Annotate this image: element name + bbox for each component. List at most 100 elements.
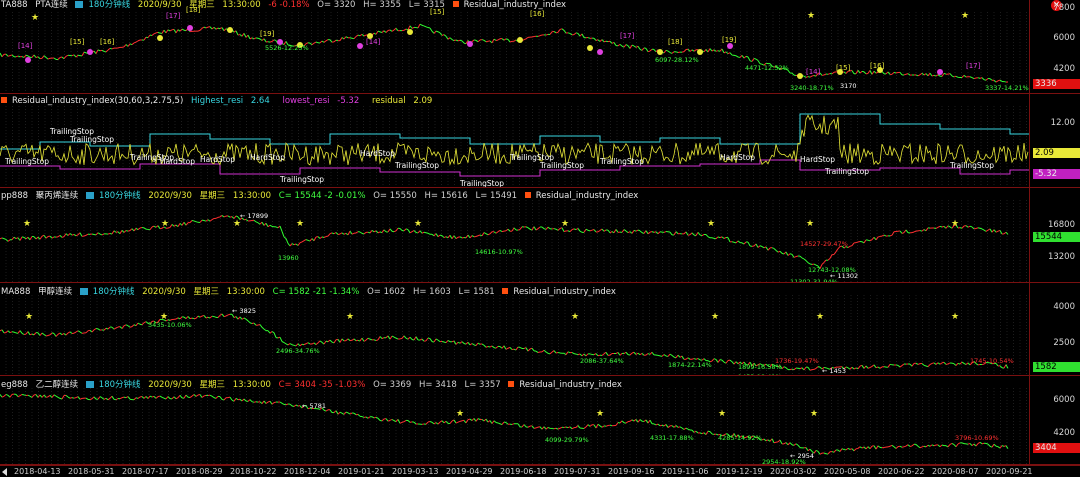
indicator-title[interactable]: Residual_industry_index(30,60,3,2.75,5) [12, 96, 183, 106]
value-axis-residual[interactable]: 12.00 2.09 -5.32 [1031, 94, 1080, 187]
price-annotation: 4331-17.88% [650, 434, 694, 442]
residual-box: 2.09 [1033, 148, 1080, 158]
indicator-icon [502, 288, 509, 294]
date-tick: 2019-03-13 [392, 467, 439, 476]
entry-marker [517, 37, 523, 43]
time-label: 13:30:00 [232, 191, 272, 201]
trailing-stop-label: TrailingStop [4, 157, 49, 166]
symbol-code: eg888 [1, 380, 28, 390]
trailing-stop-label: TrailingStop [69, 135, 114, 144]
pane-ma[interactable]: ★ ★ ★ ★ ★ ★ ★ ← 3825 3435-10.06% 2496-34.76% 2086-… [0, 283, 1080, 376]
indicator-name[interactable]: Residual_industry_index [536, 191, 638, 201]
period-label[interactable]: 180分钟线 [93, 287, 135, 297]
pane-eg[interactable]: ★ ★ ★ ★ ← 5781 4099-29.79% 4331-17.88% 4285-14.… [0, 376, 1080, 465]
price-axis-ma[interactable]: 4000 2500 1582 [1031, 283, 1080, 375]
symbol-name: 聚丙烯连续 [35, 191, 79, 201]
signal-counter: [16] [530, 10, 545, 18]
plot-pta[interactable]: [14] [15] [16] [17] [18] [19] [14] [15] [16] [17]… [0, 0, 1030, 93]
date-tick: 2019-12-19 [716, 467, 763, 476]
entry-marker [697, 49, 703, 55]
scroll-left-icon[interactable] [2, 468, 7, 476]
date-tick: 2019-01-21 [338, 467, 385, 476]
trailing-stop-label: TrailingStop [824, 167, 869, 176]
pta-price-segment [0, 52, 3, 58]
y-tick: 4200 [1053, 64, 1075, 74]
signal-star: ★ [718, 409, 726, 419]
period-label[interactable]: 180分钟线 [99, 380, 141, 390]
price-annotation: ← 5781 [302, 402, 326, 410]
date-tick: 2018-05-31 [68, 467, 115, 476]
price-annotation: 2086-37.64% [580, 357, 624, 365]
price-chart-pta: [14] [15] [16] [17] [18] [19] [14] [15] [16] [17]… [0, 6, 1029, 93]
signal-star: ★ [707, 219, 715, 229]
price-annotation: 4471-12.52% [745, 64, 789, 72]
plot-pp[interactable]: ★ ★ ★ ★ ★ ★ ★ ★ ★ ← 17899 13960 14616-10.97% 14527-2… [0, 188, 1030, 282]
header-pp: pp888 聚丙烯连续 180分钟线 2020/9/30 星期三 13:30:0… [1, 191, 643, 202]
price-annotation: 14616-10.97% [475, 248, 523, 256]
indicator-icon [508, 381, 515, 387]
trailing-stop-label: TrailingStop [539, 161, 584, 170]
period-label[interactable]: 180分钟线 [99, 191, 141, 201]
price-annotation: 3337-14.21% [985, 84, 1029, 92]
y-tick: 6000 [1053, 33, 1075, 43]
open-label: O= 15550 [373, 191, 417, 201]
ma-price-segment [79, 331, 83, 334]
signal-star: ★ [961, 11, 969, 21]
lowest-box: -5.32 [1033, 169, 1080, 179]
price-axis-eg[interactable]: 6000 4200 3404 [1031, 376, 1080, 464]
symbol-code: TA888 [1, 0, 28, 10]
signal-star: ★ [414, 219, 422, 229]
signal-star: ★ [711, 312, 719, 322]
date-axis[interactable]: 2018-04-13 2018-05-31 2018-07-17 2018-08-29… [0, 465, 1080, 477]
entry-marker [587, 45, 593, 51]
highest-resi-line [0, 113, 1029, 150]
price-axis-pta[interactable]: × 7800 6000 4200 3336 [1031, 0, 1080, 93]
last-price-box: 3336 [1033, 79, 1080, 89]
high-label: H= 3355 [363, 0, 401, 10]
exit-marker [25, 57, 31, 63]
indicator-name[interactable]: Residual_industry_index [519, 380, 621, 390]
pp-price-segment [639, 230, 643, 233]
price-annotation: 1453-18.41% [738, 373, 782, 375]
symbol-name: PTA连续 [35, 0, 68, 10]
last-price-box: 3404 [1033, 443, 1080, 453]
residual-value: 2.09 [413, 96, 433, 106]
price-annotation: 11302-31.94% [790, 278, 838, 282]
eg-price-segment [79, 397, 83, 400]
signal-counter: [14] [18, 42, 33, 50]
symbol-name: 甲醇连续 [38, 287, 73, 297]
pane-pp[interactable]: ★ ★ ★ ★ ★ ★ ★ ★ ★ ← 17899 13960 14616-10.97% 14527-2… [0, 188, 1080, 283]
price-annotation: 14527-29.47% [800, 240, 848, 248]
eg-price-segment [559, 426, 563, 429]
entry-marker [227, 27, 233, 33]
signal-star: ★ [346, 312, 354, 322]
hard-stop-label: HardStop [200, 155, 235, 164]
pane-pta[interactable]: [14] [15] [16] [17] [18] [19] [14] [15] [16] [17]… [0, 0, 1080, 94]
weekday-label: 星期三 [199, 191, 226, 201]
eg-price-segment [0, 394, 3, 398]
price-annotation: 3435-10.06% [148, 321, 192, 329]
price-annotation: ← 17899 [240, 212, 268, 220]
indicator-name[interactable]: Residual_industry_index [513, 287, 615, 297]
hard-stop-label: HardStop [720, 153, 755, 162]
date-tick: 2019-11-06 [662, 467, 709, 476]
signal-counter: [18] [668, 38, 683, 46]
y-tick: 7800 [1053, 3, 1075, 13]
low-label: L= 1581 [458, 287, 495, 297]
header-eg: eg888 乙二醇连续 180分钟线 2020/9/30 星期三 13:30:0… [1, 380, 627, 391]
indicator-name[interactable]: Residual_industry_index [464, 0, 566, 10]
pp-price-segment [79, 232, 83, 237]
pta-price-segment [559, 28, 563, 30]
indicator-icon [452, 1, 459, 7]
period-label[interactable]: 180分钟线 [88, 0, 130, 10]
pane-residual[interactable]: TrailingStop TrailingStop TrailingStop Hard… [0, 94, 1080, 188]
y-tick: 6000 [1053, 395, 1075, 405]
plot-residual[interactable]: TrailingStop TrailingStop TrailingStop Hard… [0, 94, 1030, 187]
price-annotation: 3240-18.71% [790, 84, 834, 92]
exit-marker [357, 43, 363, 49]
date-tick: 2018-10-22 [230, 467, 277, 476]
signal-star: ★ [951, 219, 959, 229]
price-axis-pp[interactable]: 16800 15544 13200 [1031, 188, 1080, 282]
price-annotation: 6097-28.12% [655, 56, 699, 64]
exit-marker [87, 49, 93, 55]
